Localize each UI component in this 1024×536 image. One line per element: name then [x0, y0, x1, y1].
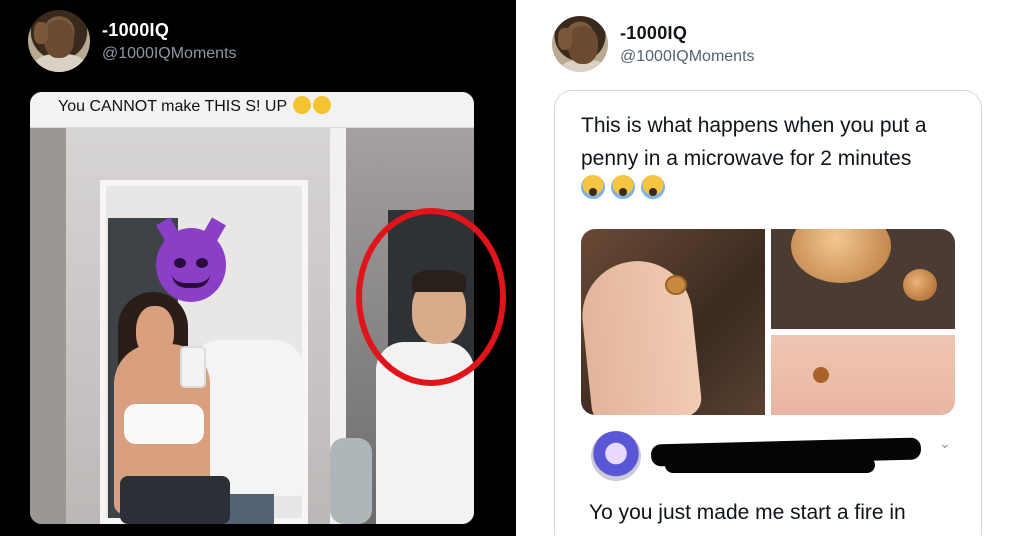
- screaming-face-icon: [641, 175, 665, 199]
- right-tweet-header: -1000IQ @1000IQMoments: [552, 16, 755, 72]
- right-avatar[interactable]: [552, 16, 608, 72]
- red-highlight-circle: [356, 208, 506, 386]
- reply-avatar[interactable]: [591, 431, 641, 481]
- left-avatar[interactable]: [28, 10, 90, 72]
- left-tweet-header: -1000IQ @1000IQMoments: [28, 10, 237, 72]
- photo-caption: You CANNOT make THIS S! UP: [30, 92, 474, 128]
- penny-icon: [903, 269, 937, 301]
- left-display-name[interactable]: -1000IQ: [102, 20, 237, 41]
- chevron-down-icon[interactable]: ⌄: [939, 435, 951, 452]
- left-handle[interactable]: @1000IQMoments: [102, 45, 237, 63]
- penny-icon: [665, 275, 687, 295]
- media-penny-comparison[interactable]: [771, 229, 955, 329]
- right-user-names: -1000IQ @1000IQMoments: [620, 23, 755, 66]
- quoted-tweet-card[interactable]: This is what happens when you put a penn…: [554, 90, 982, 536]
- laughing-emoji-icon: [313, 96, 332, 114]
- media-palm-penny[interactable]: [771, 335, 955, 415]
- devil-emoji-icon: [156, 217, 226, 302]
- right-display-name[interactable]: -1000IQ: [620, 23, 755, 44]
- reply-text: Yo you just made me start a fire in: [589, 501, 906, 524]
- emoji-row: [581, 175, 665, 199]
- phone-icon: [180, 346, 206, 388]
- left-user-names: -1000IQ @1000IQMoments: [102, 20, 237, 63]
- redacted-handle-bar: [665, 457, 875, 473]
- media-finger-penny[interactable]: [581, 229, 765, 415]
- laughing-emoji-icon: [293, 96, 312, 114]
- screaming-face-icon: [611, 175, 635, 199]
- penny-icon: [791, 229, 891, 283]
- tweet-text: This is what happens when you put a penn…: [581, 114, 927, 170]
- screaming-face-icon: [581, 175, 605, 199]
- tweet-media-grid[interactable]: [581, 229, 955, 415]
- right-handle[interactable]: @1000IQMoments: [620, 48, 755, 66]
- photo-caption-text: You CANNOT make THIS S! UP: [58, 98, 287, 115]
- penny-icon: [813, 367, 829, 383]
